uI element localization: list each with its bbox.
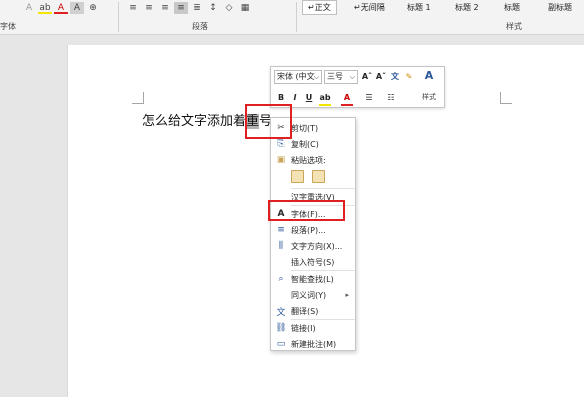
paste-text-only-icon[interactable]: [312, 170, 325, 183]
style-heading-2[interactable]: 标题 2: [455, 0, 479, 15]
menu-item-paste-options: ▣ 粘贴选项:: [271, 152, 355, 168]
smart-lookup-icon: ⌕: [278, 274, 284, 284]
font-size-value: 三号: [327, 72, 343, 81]
italic-button[interactable]: I: [289, 92, 301, 104]
styles-icon[interactable]: A: [423, 70, 435, 82]
annotation-highlight-font-item: [268, 200, 345, 221]
enclose-char-icon[interactable]: ⊕: [86, 2, 100, 14]
font-name-dropdown[interactable]: 宋体 (中文 ⌵: [274, 70, 322, 84]
shrink-font-button[interactable]: Aˇ: [375, 71, 387, 83]
menu-item-text-direction[interactable]: ⫼ 文字方向(X)...: [271, 238, 355, 254]
style-subtitle[interactable]: 副标题: [548, 0, 572, 15]
borders-icon[interactable]: ▦: [238, 2, 252, 14]
paragraph-icon: ≡: [277, 225, 285, 235]
menu-item-label: 插入符号(S): [291, 257, 335, 267]
distributed-icon[interactable]: ≣: [190, 2, 204, 14]
menu-item-label: 链接(I): [291, 323, 316, 333]
menu-item-translate[interactable]: 文翻译(S): [271, 303, 355, 319]
menu-item-label: 粘贴选项:: [291, 155, 326, 165]
chevron-down-icon: ⌵: [313, 73, 319, 81]
mini-toolbar: 宋体 (中文 ⌵ 三号 ⌵ Aˆ Aˇ 文 ✎ A B I U ab A ☰ ☷ 样…: [270, 66, 445, 108]
grow-font-button[interactable]: Aˆ: [361, 71, 373, 83]
margin-mark-right: [500, 92, 512, 104]
paragraph-tools-row: ≡ ≡ ≡ ≡ ≣ ↕ ◇ ▦: [126, 0, 254, 15]
paragraph-group-label: 段落: [192, 22, 208, 31]
highlight-icon[interactable]: ab: [319, 92, 331, 106]
clear-format-icon[interactable]: ✎: [403, 71, 415, 83]
menu-item-label: 剪切(T): [291, 123, 319, 133]
font-name-value: 宋体 (中文: [277, 72, 315, 81]
menu-item-smart-lookup[interactable]: ⌕ 智能查找(L): [271, 271, 355, 287]
text-effects-icon[interactable]: A: [22, 2, 36, 14]
font-size-dropdown[interactable]: 三号 ⌵: [324, 70, 358, 84]
annotation-highlight-selection: [245, 104, 292, 139]
highlight-icon[interactable]: ab: [38, 2, 52, 14]
align-left-icon[interactable]: ≡: [126, 2, 140, 14]
styles-group-label: 样式: [506, 22, 522, 31]
chevron-down-icon: ⌵: [349, 73, 355, 81]
numbering-icon[interactable]: ☷: [385, 92, 397, 104]
link-icon: ⛓: [275, 323, 287, 333]
text-before: 怎么给文字添加着: [142, 114, 247, 129]
menu-item-link[interactable]: ⛓ 链接(I): [271, 320, 355, 336]
style-normal[interactable]: ↵正文: [302, 0, 337, 15]
style-no-spacing[interactable]: ↵无间隔: [354, 0, 385, 15]
bullets-icon[interactable]: ☰: [363, 92, 375, 104]
align-right-icon[interactable]: ≡: [158, 2, 172, 14]
style-title[interactable]: 标题: [504, 0, 520, 15]
justify-icon[interactable]: ≡: [174, 1, 188, 14]
paste-options-row: [291, 170, 325, 183]
underline-button[interactable]: U: [303, 92, 315, 104]
font-color-icon[interactable]: A: [54, 2, 68, 14]
menu-item-label: 文字方向(X)...: [291, 241, 343, 251]
context-menu: ✂ 剪切(T) ⎘ 复制(C) ▣ 粘贴选项: 汉字重选(V) A 字体(F)... ≡…: [270, 117, 356, 351]
char-shading-icon[interactable]: A: [70, 1, 84, 14]
menu-item-insert-symbol[interactable]: 插入符号(S): [271, 254, 355, 270]
paste-icon: ▣: [276, 155, 286, 165]
font-group-label: 字体: [0, 22, 16, 31]
comment-icon: ▭: [276, 339, 286, 349]
menu-item-label: 段落(P)...: [291, 225, 326, 235]
ribbon-divider: [296, 2, 297, 32]
menu-item-label: 复制(C): [291, 139, 319, 149]
margin-mark-left: [132, 92, 144, 104]
line-spacing-icon[interactable]: ↕: [206, 2, 220, 14]
phonetic-guide-icon[interactable]: 文: [389, 71, 401, 83]
menu-item-synonyms[interactable]: 同义词(Y) ▸: [271, 287, 355, 303]
translate-icon: 文: [276, 307, 286, 318]
menu-item-label: 新建批注(M): [291, 339, 337, 349]
font-color-icon[interactable]: A: [341, 92, 353, 106]
bold-button[interactable]: B: [275, 92, 287, 104]
paste-keep-format-icon[interactable]: [291, 170, 304, 183]
text-direction-icon: ⫼: [278, 241, 284, 251]
menu-item-label: 同义词(Y): [291, 290, 327, 300]
ribbon-divider: [118, 2, 119, 32]
style-heading-1[interactable]: 标题 1: [407, 0, 431, 15]
align-center-icon[interactable]: ≡: [142, 2, 156, 14]
shading-icon[interactable]: ◇: [222, 2, 236, 14]
menu-item-label: 智能查找(L): [291, 274, 334, 284]
menu-item-paragraph[interactable]: ≡ 段落(P)...: [271, 222, 355, 238]
menu-item-label: 翻译(S): [291, 306, 319, 316]
copy-icon: ⎘: [277, 139, 285, 149]
styles-label: 样式: [422, 93, 436, 101]
menu-item-new-comment[interactable]: ▭ 新建批注(M): [271, 336, 355, 352]
ribbon: A ab A A ⊕ 字体 ≡ ≡ ≡ ≡ ≣ ↕ ◇ ▦ 段落 ↵正文 ↵无间…: [0, 0, 584, 35]
chevron-right-icon: ▸: [345, 291, 349, 299]
font-tools-row: A ab A A ⊕: [22, 0, 102, 15]
